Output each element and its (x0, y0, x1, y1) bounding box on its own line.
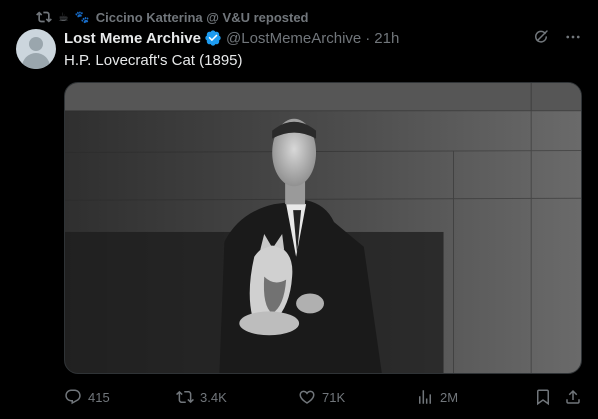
verified-icon[interactable] (204, 29, 222, 47)
display-name[interactable]: Lost Meme Archive (64, 30, 201, 47)
repost-icon (176, 390, 194, 404)
avatar[interactable] (16, 29, 56, 69)
tweet-photo[interactable] (64, 82, 582, 374)
action-bar: 415 3.4K 71K 2M (64, 386, 582, 408)
views-count: 2M (440, 389, 459, 405)
repost-context[interactable]: ☕ 🐾 Ciccino Katterina @ V&U reposted (36, 7, 309, 27)
share-icon (566, 389, 580, 404)
repost-count: 3.4K (200, 389, 227, 405)
reply-button[interactable]: 415 (64, 386, 110, 408)
tweet-text: H.P. Lovecraft's Cat (1895) (64, 52, 243, 69)
timestamp[interactable]: 21h (374, 30, 399, 47)
coffee-emoji: ☕ (58, 10, 69, 24)
views-button[interactable]: 2M (416, 386, 458, 408)
views-icon (419, 390, 431, 404)
repost-icon (36, 11, 52, 23)
more-icon[interactable] (564, 28, 582, 46)
reply-count: 415 (88, 389, 110, 405)
reply-icon (65, 389, 81, 405)
bookmark-button[interactable] (534, 386, 552, 408)
user-handle[interactable]: @LostMemeArchive (226, 30, 361, 47)
separator-dot: · (365, 29, 371, 47)
tweet-header: Lost Meme Archive @LostMemeArchive · 21h (64, 28, 399, 48)
paw-emoji: 🐾 (74, 10, 90, 24)
like-count: 71K (322, 389, 346, 405)
grok-icon[interactable] (532, 28, 550, 46)
top-actions (532, 28, 582, 46)
share-button[interactable] (564, 386, 582, 408)
bookmark-icon (537, 389, 549, 406)
photo-illustration (65, 83, 581, 373)
like-button[interactable]: 71K (298, 386, 345, 408)
reposter-label[interactable]: Ciccino Katterina @ V&U reposted (96, 10, 309, 25)
repost-button[interactable]: 3.4K (176, 386, 227, 408)
avatar-head-shape (29, 37, 43, 51)
like-icon (299, 390, 315, 404)
avatar-body-shape (22, 53, 50, 69)
